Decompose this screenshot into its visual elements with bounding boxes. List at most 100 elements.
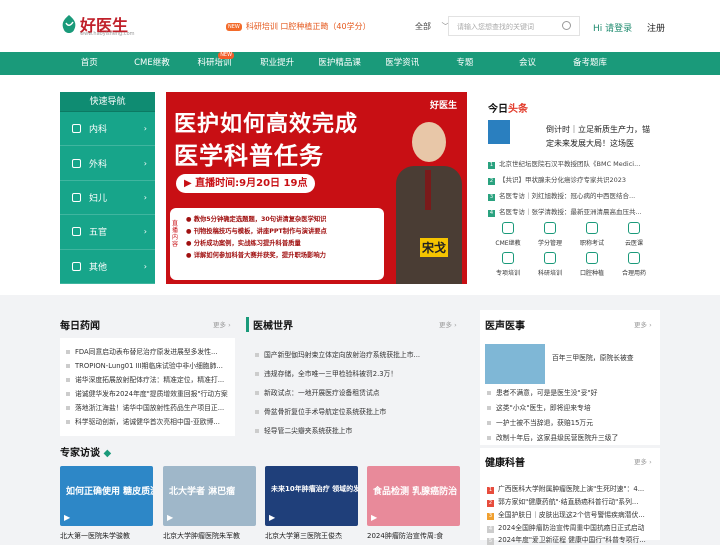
nav-item-home[interactable]: 首页 xyxy=(58,52,121,75)
more-link[interactable]: 更多 › xyxy=(634,319,652,329)
more-link[interactable]: 更多 › xyxy=(634,456,652,466)
service-drug[interactable]: 合理用药 xyxy=(616,252,652,277)
tooth-icon xyxy=(586,252,598,264)
search-input[interactable]: 请输入您想查找的关键词 xyxy=(448,16,580,36)
pill-icon xyxy=(628,252,640,264)
logo[interactable]: 好医生 www.haoyisheng.com xyxy=(60,12,135,40)
doctor-thumb[interactable] xyxy=(485,344,545,384)
chevron-right-icon: › xyxy=(143,192,147,202)
service-exam[interactable]: 职称考试 xyxy=(574,222,610,247)
hero-banner[interactable]: 好医生 医护如何高效完成 医学科普任务 ▶ 直播时间:9月20日 19点 直播内… xyxy=(166,92,467,284)
list-item[interactable]: 落地浙江海盐！诺华中国放射性药品生产项目正... xyxy=(66,402,228,412)
headline-thumb[interactable] xyxy=(488,120,510,144)
new-badge: NEW xyxy=(226,22,242,31)
promo-link[interactable]: NEW 科研培训 口腔种植正畸（40学分） xyxy=(226,21,371,32)
search-placeholder: 请输入您想查找的关键词 xyxy=(457,23,534,31)
interview-thumb[interactable]: 食品检测 乳腺癌防治 ▶ xyxy=(367,466,460,526)
list-item[interactable]: 改制十年后，这家县级民营医院升三级了 xyxy=(487,432,657,442)
list-item[interactable]: 违规存储，全市唯一三甲检验科被罚2.3万！ xyxy=(255,368,465,378)
login-link[interactable]: Hi 请登录 xyxy=(593,24,632,34)
nav-item-cme[interactable]: CME继教 xyxy=(121,52,184,75)
banner-side-label: 直播内容 xyxy=(172,220,179,248)
headline-item[interactable]: 4 名医专访｜张学清教授：最新亚洲清晨高血压共... xyxy=(488,206,656,217)
nav-item-label: 科研培训 xyxy=(197,58,232,68)
list-item[interactable]: 新政试点：一地开展医疗设备租赁试点 xyxy=(255,387,465,397)
promo-text: 科研培训 口腔种植正畸（40学分） xyxy=(245,22,371,31)
section-title-interview: 专家访谈 ◆ xyxy=(60,448,112,459)
top-header: 好医生 www.haoyisheng.com NEW 科研培训 口腔种植正畸（4… xyxy=(0,0,720,52)
list-item[interactable]: TROPION-Lung01 III期临床试验中非小细胞肺... xyxy=(66,360,228,370)
baby-icon xyxy=(72,192,81,202)
play-icon: ▶ xyxy=(184,178,196,189)
nav-item-exam[interactable]: 备考题库 xyxy=(559,52,622,75)
research-icon xyxy=(544,252,556,264)
more-link[interactable]: 更多 › xyxy=(439,319,457,329)
list-item[interactable]: 骨盆骨折复位手术导航定位系统获批上市 xyxy=(255,406,465,416)
service-dental[interactable]: 口腔种植 xyxy=(574,252,610,277)
headline-item[interactable]: 2 【共识】甲状腺未分化癌诊疗专家共识2023 xyxy=(488,174,656,185)
headline-feature[interactable]: 倒计时｜立足新质生产力，锚定未来发展大局！这场医 xyxy=(546,123,654,151)
list-item[interactable]: 患者不满意，可是是医生没"妥"好 xyxy=(487,387,657,397)
quick-nav-other[interactable]: 其他 › xyxy=(60,250,155,284)
today-title: 今日头条 xyxy=(488,104,528,115)
list-item[interactable]: 国产新型伽玛射束立体定向放射治疗系统获批上市... xyxy=(255,349,465,359)
service-credits[interactable]: 学分管理 xyxy=(532,222,568,247)
banner-point: ● 分析成功案例，实战练习提升科普质量 xyxy=(186,240,301,247)
service-research[interactable]: 科研培训 xyxy=(532,252,568,277)
nav-item-meetings[interactable]: 会议 xyxy=(496,52,559,75)
quick-nav-internal[interactable]: 内科 › xyxy=(60,112,155,147)
list-item[interactable]: 一护士被不当辞退，获赔15万元 xyxy=(487,417,657,427)
banner-point: ● 教你5分钟确定选题题，30句讲清复杂医学知识 xyxy=(186,216,327,223)
list-item[interactable]: 1 广西医科大学附属肿瘤医院上演"生死时速"：4... xyxy=(487,483,657,494)
list-item[interactable]: 诺华深度拓展放射配体疗法：精准定位，精准打... xyxy=(66,374,228,384)
nav-item-news[interactable]: 医学资讯 xyxy=(371,52,434,75)
service-training[interactable]: 专项培训 xyxy=(490,252,526,277)
ear-icon xyxy=(72,227,81,237)
list-item[interactable]: 4 2024全国肿瘤防治宣传周重中国抗癌日正式启动 xyxy=(487,522,657,533)
banner-brand: 好医生 xyxy=(429,101,457,111)
scissors-icon xyxy=(72,158,81,168)
doctor-feature[interactable]: 百年三甲医院，原院长被查 xyxy=(552,352,656,362)
list-item[interactable]: 科学驱动创新，诺诚健华首次亮相中国-亚欧博... xyxy=(66,416,228,426)
nav-item-courses[interactable]: 医护精品课 xyxy=(308,52,371,75)
main-nav: 首页 CME继教 科研培训 NEW 职业提升 医护精品课 医学资讯 专题 会议 备… xyxy=(0,52,720,75)
search-scope-select[interactable]: 全部 ﹀ xyxy=(415,21,450,32)
play-icon: ▶ xyxy=(371,513,378,522)
list-item[interactable]: 诺诚健华发布2024年度"提质增效重回报"行动方案 xyxy=(66,388,228,398)
video-icon: ◆ xyxy=(103,448,112,459)
list-item[interactable]: FDA同意启动表布替尼治疗原发进展型多发性... xyxy=(66,346,228,356)
list-item[interactable]: 这类"小众"医生，即将迎来专培 xyxy=(487,402,657,412)
service-cme[interactable]: CME继教 xyxy=(490,222,526,247)
nav-item-research[interactable]: 科研培训 NEW xyxy=(183,52,246,75)
nav-item-topics[interactable]: 专题 xyxy=(434,52,497,75)
more-link[interactable]: 更多 › xyxy=(213,319,231,329)
interview-thumb[interactable]: 如何正确使用 糖皮质激素?▶ xyxy=(60,466,153,526)
training-icon xyxy=(502,252,514,264)
quick-nav-pediatrics[interactable]: 妇儿 › xyxy=(60,181,155,216)
headline-item[interactable]: 3 名医专访｜刘红旭教授：冠心病的中西医结合... xyxy=(488,190,656,201)
chevron-right-icon: › xyxy=(143,158,147,168)
headline-item[interactable]: 1 北京世纪坛医院石汉平教授团队《BMC Medici... xyxy=(488,158,656,169)
nav-item-career[interactable]: 职业提升 xyxy=(246,52,309,75)
interview-thumb[interactable]: 北大学者 淋巴瘤 ▶ xyxy=(163,466,256,526)
quick-nav: 快速导航 内科 › 外科 › 妇儿 › 五官 › 其他 › xyxy=(60,92,155,284)
section-title-health: 健康科普 xyxy=(485,458,525,469)
register-link[interactable]: 注册 xyxy=(647,24,665,34)
service-cloud[interactable]: 云医课 xyxy=(616,222,652,247)
search-icon[interactable] xyxy=(562,21,571,30)
list-item[interactable]: 2 郭方家如"健康药航"·结直肠癌科普行动"系列... xyxy=(487,496,657,507)
quick-nav-label: 妇儿 xyxy=(89,193,108,204)
list-item[interactable]: 轻导管二尖瓣夹系统获批上市 xyxy=(255,425,465,435)
quick-nav-surgery[interactable]: 外科 › xyxy=(60,146,155,181)
list-item[interactable]: 3 全国护肤日｜皮肤出现这2个信号警惕疾病潜伏... xyxy=(487,509,657,520)
quick-nav-ent[interactable]: 五官 › xyxy=(60,215,155,250)
play-icon: ▶ xyxy=(167,513,174,522)
banner-live-time: ▶ 直播时间:9月20日 19点 xyxy=(176,174,316,193)
banner-headline-1: 医护如何高效完成 xyxy=(174,112,359,137)
logo-url: www.haoyisheng.com xyxy=(80,31,135,37)
login-area: Hi 请登录 注册 xyxy=(593,21,665,34)
quick-nav-label: 内科 xyxy=(89,125,108,136)
live-time-text: 直播时间:9月20日 19点 xyxy=(195,178,308,189)
interview-thumb[interactable]: 未来10年肿瘤治疗 领域的发展方向▶ xyxy=(265,466,358,526)
book-icon xyxy=(502,222,514,234)
